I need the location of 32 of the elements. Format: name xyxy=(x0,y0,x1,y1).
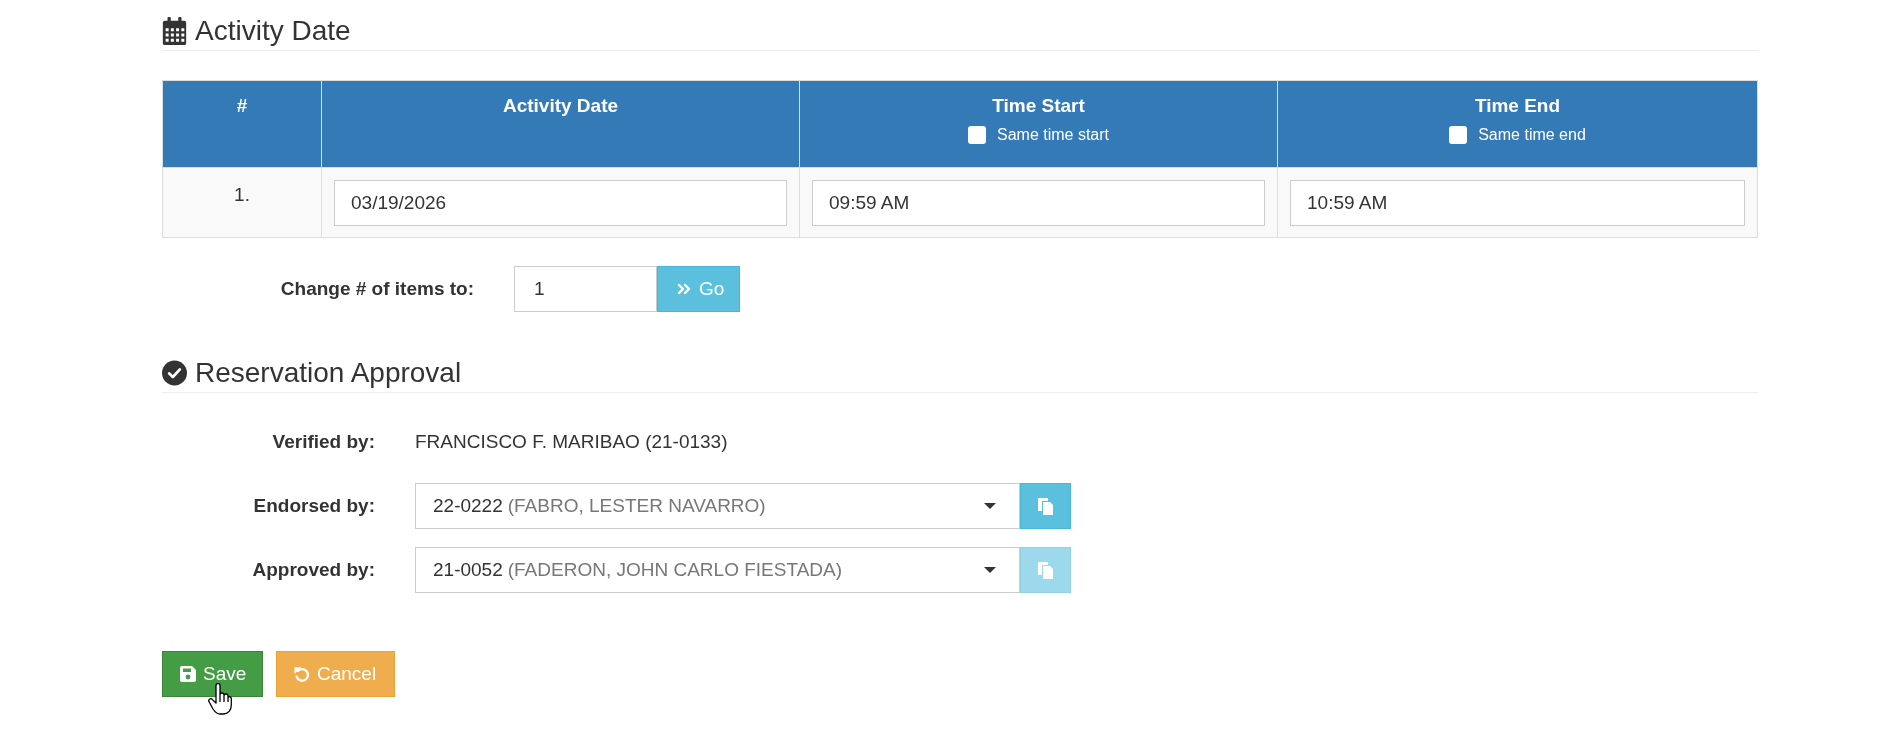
date-field[interactable]: 03/19/2026 xyxy=(334,180,787,226)
checkbox[interactable] xyxy=(968,126,986,144)
calendar-icon xyxy=(162,17,187,45)
caret-down-icon xyxy=(984,503,996,509)
copy-button[interactable] xyxy=(1020,483,1071,529)
section-title: Activity Date xyxy=(195,16,351,46)
copy-icon xyxy=(1038,561,1053,579)
person-dropdown[interactable]: 21-0052 (FADERON, JOHN CARLO FIESTADA) xyxy=(415,547,1020,593)
time-field[interactable]: 09:59 AM xyxy=(812,180,1265,226)
person-dropdown[interactable]: 22-0222 (FABRO, LESTER NAVARRO) xyxy=(415,483,1020,529)
copy-icon xyxy=(1038,497,1053,515)
checkbox[interactable] xyxy=(1449,126,1468,144)
column-title: Time Start xyxy=(992,94,1085,118)
column-header: Activity Date xyxy=(322,81,800,167)
check-circle-icon xyxy=(162,359,187,387)
field-label: Approved by: xyxy=(251,558,375,582)
field-label: Verified by: xyxy=(271,430,375,454)
checkbox-label[interactable]: Same time end xyxy=(1478,125,1586,145)
time-field[interactable]: 10:59 AM xyxy=(1290,180,1745,226)
caret-down-icon xyxy=(984,567,996,573)
column-title: Time End xyxy=(1474,94,1561,118)
checkbox-label[interactable]: Same time start xyxy=(997,125,1109,145)
table-cell: 1. xyxy=(163,167,322,237)
field-label: Change # of items to: xyxy=(279,277,474,301)
field-value: FRANCISCO F. MARIBAO (21-0133) xyxy=(415,430,728,454)
field-label: Endorsed by: xyxy=(252,494,375,518)
column-header: # xyxy=(163,81,322,167)
hand-pointer-icon xyxy=(208,683,232,715)
section-title: Reservation Approval xyxy=(195,358,462,388)
item-count-field[interactable]: 1 xyxy=(514,266,657,312)
double-chevron-icon xyxy=(677,283,691,295)
undo-icon xyxy=(294,666,310,682)
